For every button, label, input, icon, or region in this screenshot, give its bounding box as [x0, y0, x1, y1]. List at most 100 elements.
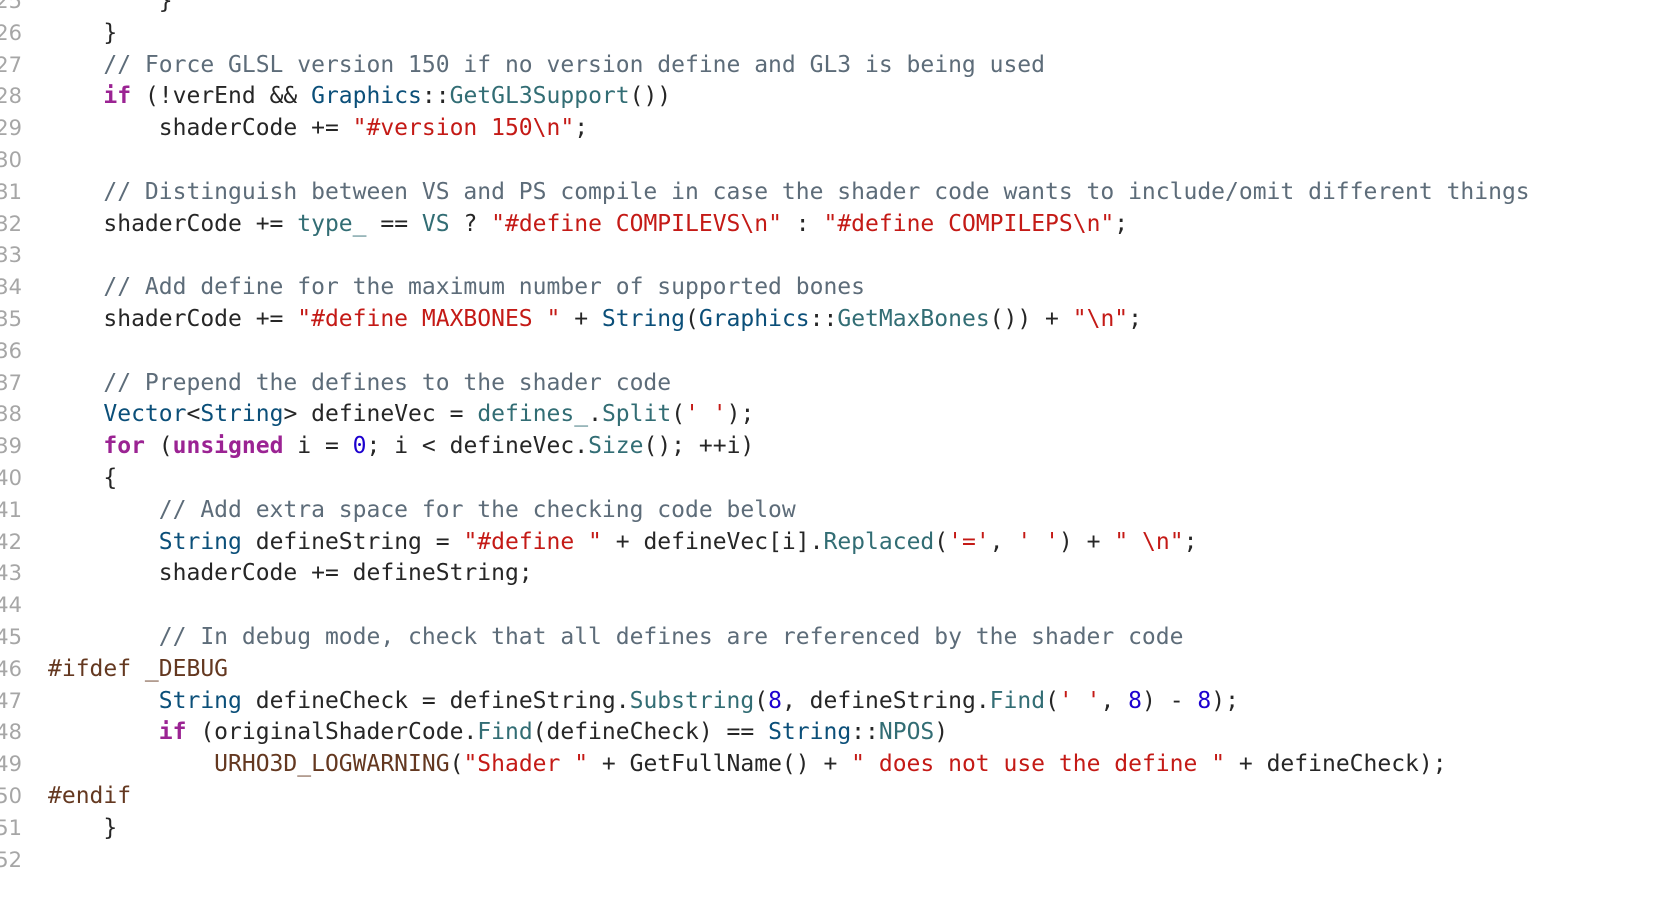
code-line[interactable]: 41 // Add extra space for the checking c…	[0, 493, 1680, 527]
code-text: {	[48, 461, 117, 495]
code-token: (	[934, 528, 949, 555]
code-line[interactable]: 33	[0, 238, 1680, 272]
code-token: '='	[948, 528, 990, 555]
code-text: String defineString = "#define " + defin…	[48, 525, 1198, 559]
code-token: if	[158, 719, 187, 746]
code-token: // Prepend the defines to the shader cod…	[48, 369, 672, 396]
code-line[interactable]: 45 // In debug mode, check that all defi…	[0, 620, 1680, 654]
code-text: for (unsigned i = 0; i < defineVec.Size(…	[48, 429, 754, 463]
code-token: 0	[352, 433, 367, 460]
code-token: Replaced	[823, 528, 935, 555]
code-token: ) -	[1142, 687, 1198, 714]
code-token: ' '	[1058, 687, 1101, 714]
line-number: 26	[0, 20, 22, 45]
code-token: defineCheck = defineString.	[241, 687, 630, 714]
line-number: 35	[0, 307, 22, 331]
code-token: + defineVec[i].	[601, 528, 824, 555]
code-token: > defineVec =	[283, 401, 478, 428]
code-token: #ifdef _DEBUG	[48, 655, 229, 682]
code-line[interactable]: 37 // Prepend the defines to the shader …	[0, 366, 1680, 400]
code-token: "#define MAXBONES "	[297, 306, 561, 332]
line-number: 47	[0, 688, 22, 713]
code-token: (	[685, 306, 699, 332]
code-token: (	[449, 751, 464, 778]
code-token: "\n"	[1072, 306, 1129, 332]
code-token: " does not use the define "	[851, 751, 1226, 778]
code-token: {	[48, 465, 118, 491]
code-token: (); ++i)	[643, 433, 755, 460]
code-token: i =	[283, 433, 353, 460]
code-token: Size	[588, 433, 644, 460]
code-line[interactable]: 52	[0, 843, 1680, 877]
code-token: String	[768, 719, 852, 746]
code-token: (	[754, 687, 769, 714]
line-number: 44	[0, 593, 22, 618]
code-line[interactable]: 30	[0, 143, 1680, 177]
code-text: }	[48, 811, 117, 845]
code-line[interactable]: 38 Vector<String> defineVec = defines_.S…	[0, 397, 1680, 431]
line-number: 46	[0, 656, 22, 681]
code-line[interactable]: 35 shaderCode += "#define MAXBONES " + S…	[0, 302, 1680, 336]
code-token: Find	[477, 719, 533, 746]
code-token: +	[560, 306, 602, 332]
code-token: shaderCode += defineString;	[48, 560, 533, 587]
code-token: ::	[421, 83, 450, 110]
line-number: 40	[0, 466, 22, 490]
code-token: ,	[1100, 687, 1129, 714]
code-text: if (!verEnd && Graphics::GetGL3Support()…	[48, 79, 671, 113]
code-token: ::	[851, 719, 879, 746]
code-token: ;	[1128, 306, 1143, 332]
code-editor[interactable]: 25 } 26 } 27 // Force GLSL version 150 if …	[0, 0, 1680, 912]
code-text: URHO3D_LOGWARNING("Shader " + GetFullNam…	[48, 747, 1447, 781]
code-text: // Distinguish between VS and PS compile…	[48, 175, 1529, 209]
code-text: }	[48, 16, 117, 50]
code-text: // Force GLSL version 150 if no version …	[48, 48, 1045, 82]
code-token: ::	[809, 306, 838, 332]
code-token: NPOS	[878, 719, 935, 746]
code-token: // Add extra space for the checking code…	[48, 496, 796, 523]
code-line[interactable]: 32 shaderCode += type_ == VS ? "#define …	[0, 207, 1680, 241]
code-line[interactable]: 36	[0, 334, 1680, 368]
line-number: 49	[0, 752, 22, 777]
code-token: // Force GLSL version 150 if no version …	[48, 51, 1045, 78]
code-line[interactable]: 26 }	[0, 16, 1680, 50]
code-line[interactable]: 29 shaderCode += "#version 150\n";	[0, 111, 1680, 145]
code-line[interactable]: 39 for (unsigned i = 0; i < defineVec.Si…	[0, 429, 1680, 463]
code-token: "#define "	[463, 528, 602, 555]
code-token: Graphics	[698, 306, 810, 332]
code-line[interactable]: 48 if (originalShaderCode.Find(defineChe…	[0, 715, 1680, 749]
line-number: 42	[0, 529, 22, 554]
code-token: (	[1045, 687, 1059, 714]
code-token: shaderCode +=	[48, 306, 298, 332]
line-number: 39	[0, 434, 22, 459]
code-line[interactable]: 49 URHO3D_LOGWARNING("Shader " + GetFull…	[0, 747, 1680, 781]
code-line[interactable]: 43 shaderCode += defineString;	[0, 556, 1680, 590]
line-number: 28	[0, 84, 22, 109]
code-token: // Add define for the maximum number of …	[48, 274, 865, 301]
code-token: #endif	[48, 783, 132, 809]
code-line[interactable]: 51 }	[0, 811, 1680, 845]
code-line[interactable]: 42 String defineString = "#define " + de…	[0, 525, 1680, 559]
code-text: // Add define for the maximum number of …	[48, 270, 865, 304]
code-line[interactable]: 34 // Add define for the maximum number …	[0, 270, 1680, 304]
code-text: if (originalShaderCode.Find(defineCheck)…	[48, 715, 948, 749]
code-line[interactable]: 31 // Distinguish between VS and PS comp…	[0, 175, 1680, 209]
code-token: .	[588, 401, 602, 428]
line-number: 34	[0, 275, 22, 300]
code-line[interactable]: 46 #ifdef _DEBUG	[0, 652, 1680, 686]
code-line[interactable]: 40 {	[0, 461, 1680, 495]
code-line[interactable]: 28 if (!verEnd && Graphics::GetGL3Suppor…	[0, 79, 1680, 113]
code-line[interactable]: 50 #endif	[0, 779, 1680, 813]
code-line[interactable]: 27 // Force GLSL version 150 if no versi…	[0, 48, 1680, 82]
code-text: #ifdef _DEBUG	[48, 652, 228, 686]
code-token: String	[601, 306, 685, 332]
code-text: // In debug mode, check that all defines…	[48, 620, 1184, 654]
line-number: 52	[0, 847, 22, 872]
code-line[interactable]: 47 String defineCheck = defineString.Sub…	[0, 684, 1680, 718]
code-token: ())	[629, 83, 672, 110]
code-token: + defineCheck);	[1225, 751, 1447, 778]
code-token: + GetFullName() +	[588, 751, 852, 778]
code-token: (	[671, 401, 686, 428]
code-line[interactable]: 44	[0, 588, 1680, 622]
